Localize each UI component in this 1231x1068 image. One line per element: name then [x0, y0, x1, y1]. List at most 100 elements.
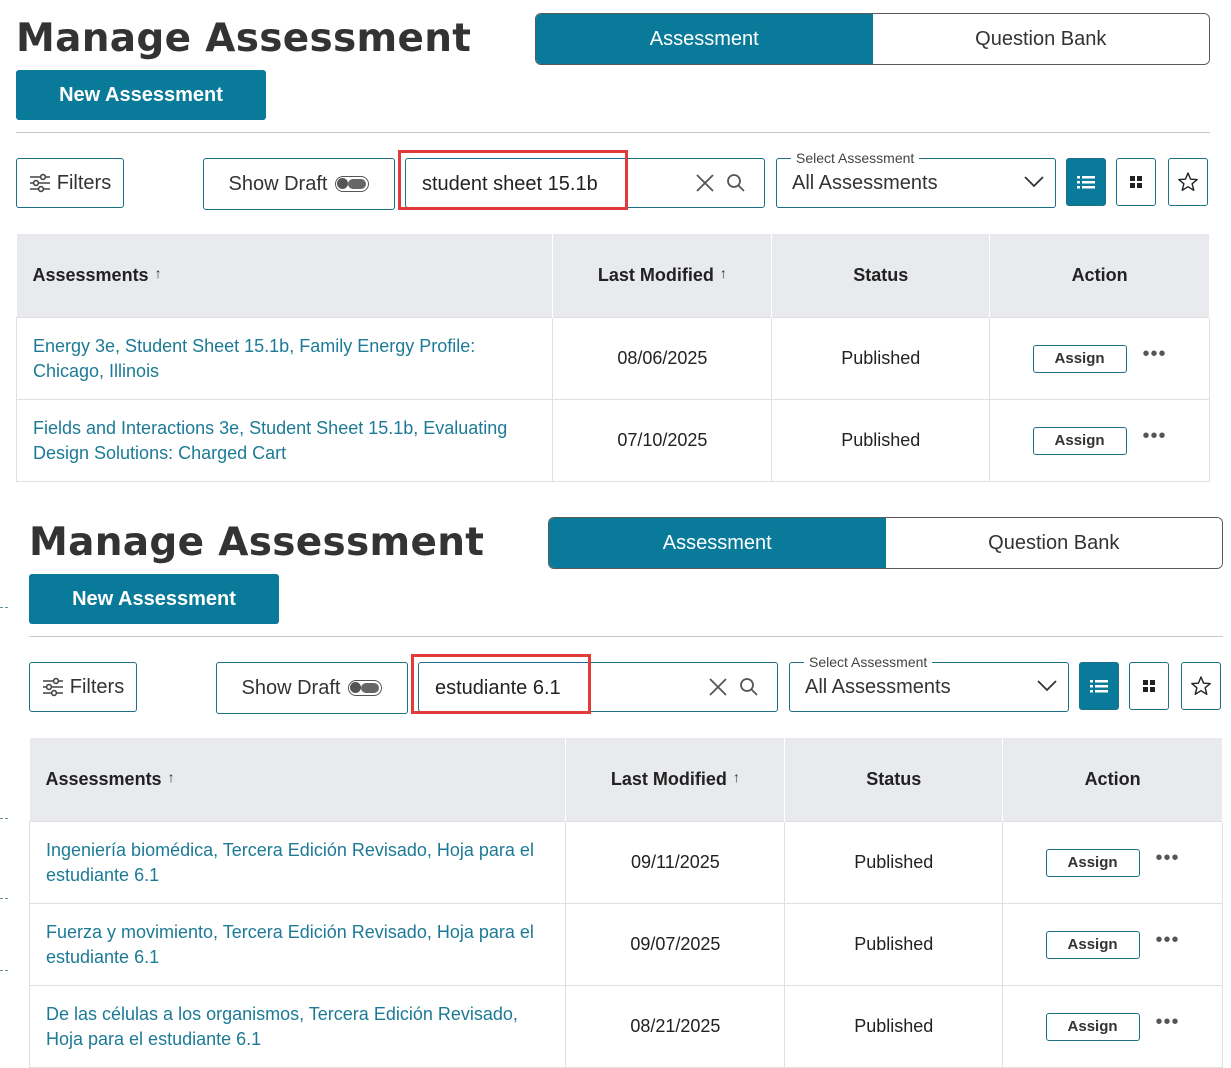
filter-sliders-icon: [29, 173, 50, 193]
manage-assessment-panel-1: Manage Assessment Assessment Question Ba…: [15, 13, 1210, 517]
page-title: Manage Assessment: [29, 520, 485, 565]
more-dots-icon[interactable]: •••: [1143, 425, 1167, 448]
table-row: Energy 3e, Student Sheet 15.1b, Family E…: [15, 317, 1210, 400]
tab-assessment[interactable]: Assessment: [549, 518, 886, 568]
filter-sliders-icon: [42, 677, 63, 697]
star-icon: [1178, 172, 1198, 191]
divider: [16, 132, 1210, 133]
last-modified-cell: 07/10/2025: [552, 399, 773, 482]
grid-view-button[interactable]: [1116, 158, 1156, 206]
show-draft-toggle[interactable]: [348, 680, 383, 696]
assign-button[interactable]: Assign: [1032, 426, 1127, 455]
table-header-row: Assessments ↑ Last Modified ↑ Status Actio…: [16, 234, 1210, 318]
toggle-knob: [337, 178, 349, 189]
view-tabs: Assessment Question Bank: [548, 517, 1223, 569]
assessment-name-link[interactable]: Energy 3e, Student Sheet 15.1b, Family E…: [15, 317, 554, 400]
assign-button[interactable]: Assign: [1045, 930, 1140, 959]
action-cell: Assign •••: [989, 399, 1210, 482]
filters-label: Filters: [56, 171, 112, 194]
list-view-button[interactable]: [1066, 158, 1106, 206]
col-assessments-header[interactable]: Assessments ↑: [29, 738, 567, 822]
assessment-select[interactable]: Select Assessment All Assessments: [776, 150, 1056, 208]
tab-assessment[interactable]: Assessment: [536, 14, 873, 64]
assign-button[interactable]: Assign: [1045, 1012, 1140, 1041]
last-modified-cell: 09/07/2025: [565, 903, 786, 986]
search-box: [418, 662, 778, 712]
star-icon: [1191, 676, 1211, 695]
margin-dash: [0, 970, 8, 972]
favorites-button[interactable]: [1168, 158, 1208, 206]
table-header-row: Assessments ↑ Last Modified ↑ Status Actio…: [29, 738, 1223, 822]
more-dots-icon[interactable]: •••: [1143, 343, 1167, 366]
sort-up-arrow-icon: ↑: [167, 769, 175, 785]
margin-dash: [0, 898, 8, 900]
col-assessments-header[interactable]: Assessments ↑: [16, 234, 554, 318]
margin-dash: [0, 607, 8, 609]
tab-question-bank[interactable]: Question Bank: [872, 14, 1209, 64]
assessments-table: Assessments ↑ Last Modified ↑ Status Actio…: [28, 738, 1223, 1068]
col-last-modified-header[interactable]: Last Modified ↑: [552, 234, 773, 318]
toggle-track-fill: [361, 683, 380, 693]
col-status-header: Status: [771, 234, 991, 318]
assessment-name-link[interactable]: Ingeniería biomédica, Tercera Edición Re…: [28, 821, 567, 904]
manage-assessment-panel-2: Manage Assessment Assessment Question Ba…: [28, 517, 1223, 1068]
col-status-header: Status: [784, 738, 1004, 822]
action-cell: Assign •••: [1002, 985, 1223, 1068]
grid-view-button[interactable]: [1129, 662, 1169, 710]
chevron-down-icon: [1037, 680, 1057, 692]
show-draft-control: Show Draft: [216, 662, 408, 714]
more-dots-icon[interactable]: •••: [1156, 929, 1180, 952]
status-cell: Published: [771, 317, 991, 400]
col-action-header: Action: [1002, 738, 1223, 822]
favorites-button[interactable]: [1181, 662, 1221, 710]
more-dots-icon[interactable]: •••: [1156, 847, 1180, 870]
status-cell: Published: [784, 821, 1004, 904]
status-cell: Published: [784, 985, 1004, 1068]
search-box: [405, 158, 765, 208]
show-draft-label: Show Draft: [228, 172, 328, 195]
assign-button[interactable]: Assign: [1045, 848, 1140, 877]
page-title: Manage Assessment: [16, 16, 472, 61]
table-row: De las células a los organismos, Tercera…: [28, 985, 1223, 1068]
list-view-icon: [1077, 176, 1095, 189]
col-assessments-label: Assessments: [45, 769, 162, 789]
action-cell: Assign •••: [1002, 903, 1223, 986]
divider: [29, 636, 1223, 637]
clear-x-icon[interactable]: [694, 172, 716, 194]
assessment-name-link[interactable]: Fields and Interactions 3e, Student Shee…: [15, 399, 554, 482]
table-row: Fields and Interactions 3e, Student Shee…: [15, 399, 1210, 482]
sort-up-arrow-icon: ↑: [719, 265, 727, 281]
col-last-modified-label: Last Modified: [597, 265, 714, 285]
search-icon[interactable]: [739, 677, 759, 697]
show-draft-toggle[interactable]: [335, 176, 370, 192]
assessment-name-link[interactable]: Fuerza y movimiento, Tercera Edición Rev…: [28, 903, 567, 986]
tab-question-bank[interactable]: Question Bank: [885, 518, 1222, 568]
assessment-select[interactable]: Select Assessment All Assessments: [789, 654, 1069, 712]
margin-dash: [0, 818, 8, 820]
filters-button[interactable]: Filters: [16, 158, 124, 208]
select-value: All Assessments: [805, 676, 951, 698]
new-assessment-button[interactable]: New Assessment: [16, 70, 266, 120]
action-cell: Assign •••: [989, 317, 1210, 400]
col-action-header: Action: [989, 234, 1210, 318]
col-last-modified-header[interactable]: Last Modified ↑: [565, 738, 786, 822]
clear-x-icon[interactable]: [707, 676, 729, 698]
list-view-button[interactable]: [1079, 662, 1119, 710]
assessments-table: Assessments ↑ Last Modified ↑ Status Actio…: [15, 234, 1210, 482]
new-assessment-button[interactable]: New Assessment: [29, 574, 279, 624]
search-input[interactable]: [420, 169, 704, 199]
assign-button[interactable]: Assign: [1032, 344, 1127, 373]
show-draft-control: Show Draft: [203, 158, 395, 210]
sort-up-arrow-icon: ↑: [732, 769, 740, 785]
toggle-knob: [350, 682, 362, 693]
table-row: Fuerza y movimiento, Tercera Edición Rev…: [28, 903, 1223, 986]
assessment-name-link[interactable]: De las células a los organismos, Tercera…: [28, 985, 567, 1068]
search-icon[interactable]: [726, 173, 746, 193]
grid-view-icon: [1130, 176, 1142, 188]
search-input[interactable]: [433, 673, 717, 703]
last-modified-cell: 08/21/2025: [565, 985, 786, 1068]
grid-view-icon: [1143, 680, 1155, 692]
filters-button[interactable]: Filters: [29, 662, 137, 712]
chevron-down-icon: [1024, 176, 1044, 188]
more-dots-icon[interactable]: •••: [1156, 1011, 1180, 1034]
